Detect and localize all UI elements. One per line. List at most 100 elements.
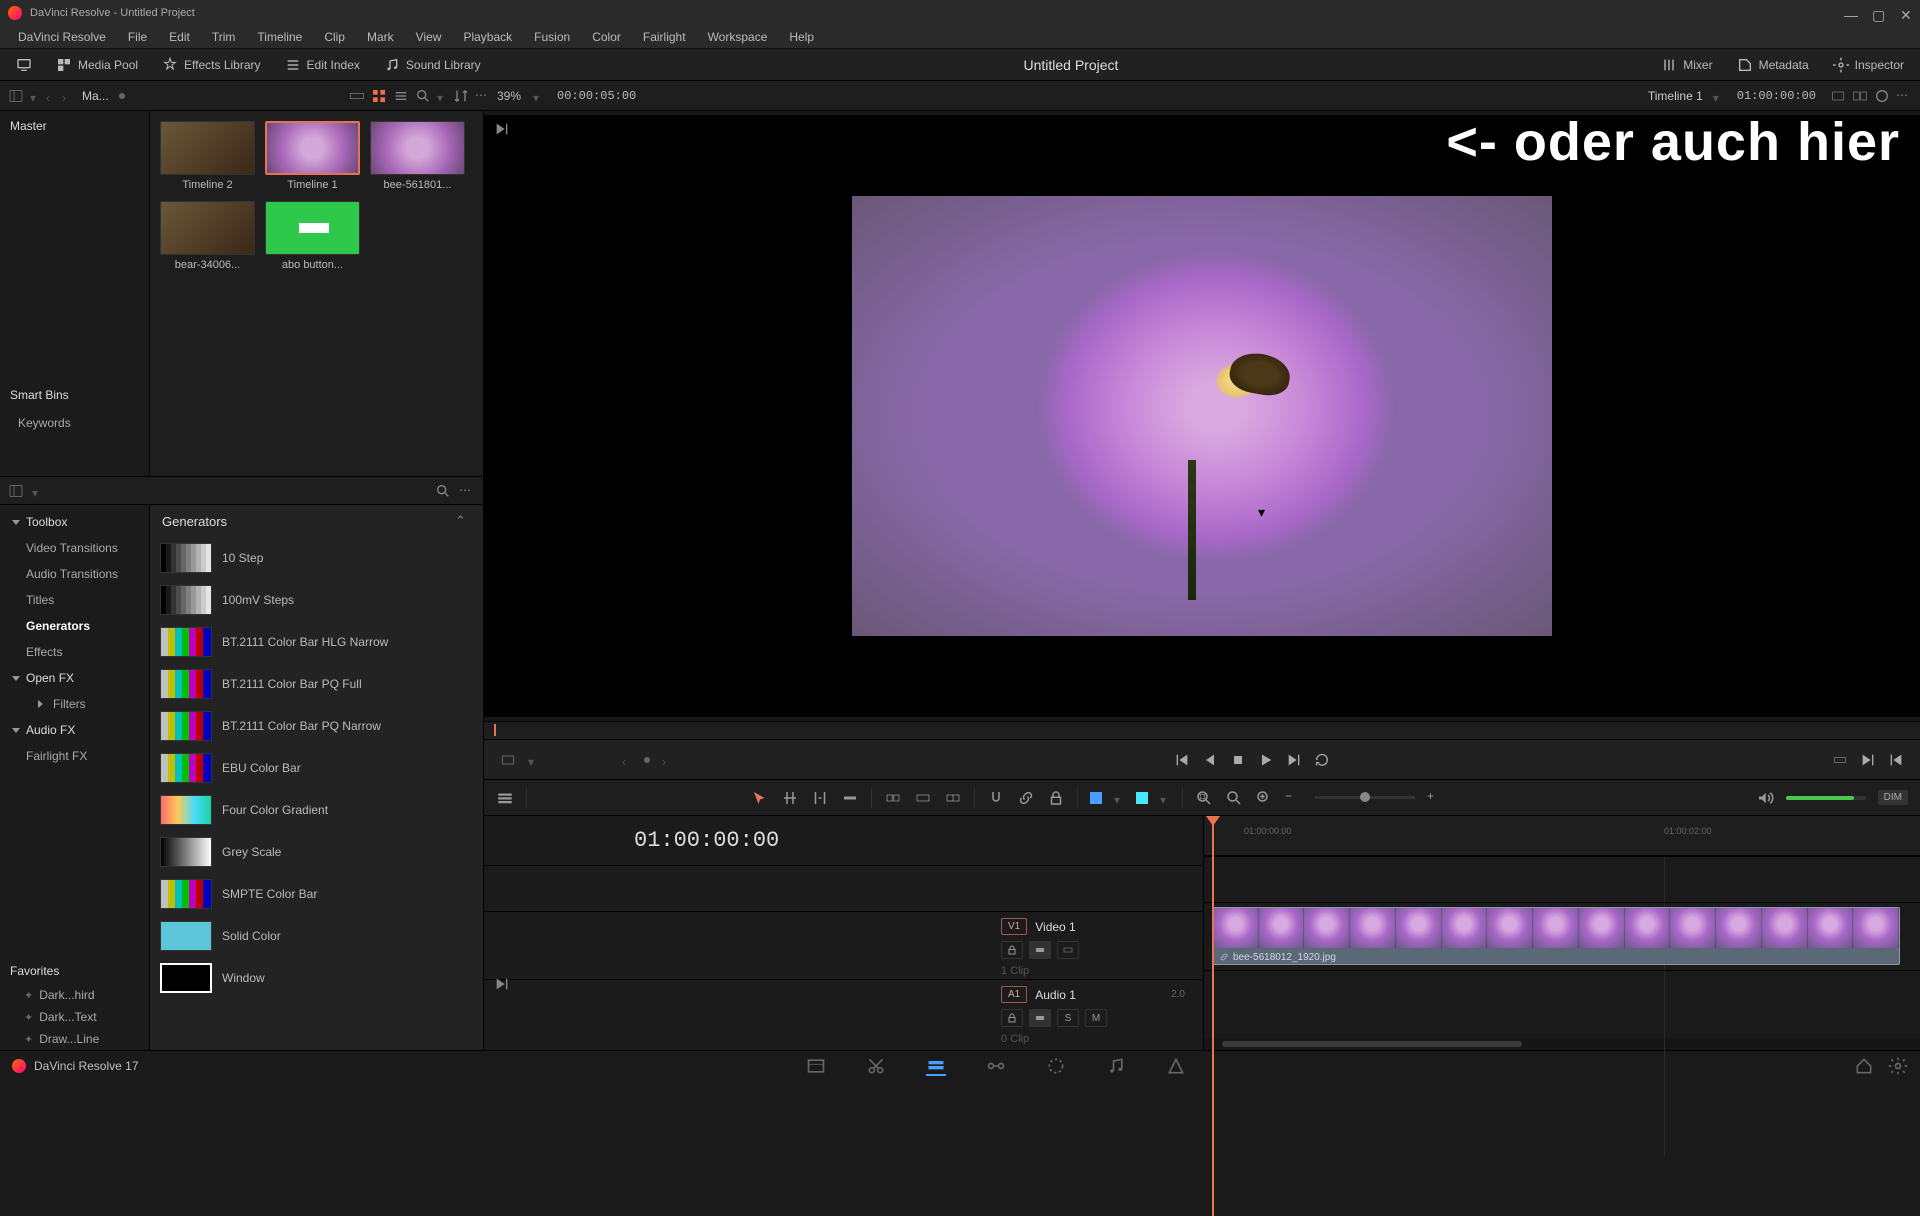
generator-item[interactable]: BT.2111 Color Bar PQ Full — [150, 663, 483, 705]
generators-nav[interactable]: Generators — [0, 613, 149, 639]
in-out-icon[interactable] — [1832, 752, 1848, 768]
clip-thumb[interactable]: abo button... — [265, 201, 360, 271]
menu-workspace[interactable]: Workspace — [698, 27, 778, 47]
sidebar-toggle-icon[interactable] — [8, 88, 24, 104]
search-icon[interactable] — [415, 88, 431, 104]
zoom-percent[interactable]: 39% — [491, 89, 527, 103]
timeline-view-icon[interactable] — [496, 789, 514, 807]
chevron-down-icon[interactable]: ▾ — [1713, 91, 1723, 101]
more-icon[interactable]: ⋯ — [459, 483, 475, 499]
mute-button[interactable]: M — [1085, 1009, 1107, 1027]
chevron-down-icon[interactable]: ▾ — [528, 755, 538, 765]
bin-dropdown[interactable]: Ma... — [78, 89, 113, 103]
menu-file[interactable]: File — [118, 27, 157, 47]
chevron-down-icon[interactable]: ▾ — [1160, 793, 1170, 803]
disable-track-icon[interactable] — [1057, 941, 1079, 959]
chevron-down-icon[interactable]: ▾ — [437, 91, 447, 101]
sound-library-tab[interactable]: Sound Library — [376, 53, 489, 77]
menu-edit[interactable]: Edit — [159, 27, 200, 47]
fusion-page-icon[interactable] — [986, 1056, 1006, 1076]
link-icon[interactable] — [1017, 789, 1035, 807]
close-button[interactable]: ✕ — [1900, 7, 1912, 19]
flag-cyan-icon[interactable] — [1136, 792, 1148, 804]
menu-davinci-resolve[interactable]: DaVinci Resolve — [8, 27, 116, 47]
edit-index-tab[interactable]: Edit Index — [277, 53, 368, 77]
color-page-icon[interactable] — [1046, 1056, 1066, 1076]
razor-tool-icon[interactable] — [841, 789, 859, 807]
chevron-down-icon[interactable]: ▾ — [1114, 793, 1124, 803]
fairlightfx-nav[interactable]: Fairlight FX — [0, 743, 149, 769]
generator-item[interactable]: BT.2111 Color Bar HLG Narrow — [150, 621, 483, 663]
timeline-scrollbar[interactable] — [1204, 1038, 1920, 1050]
match-frame-icon[interactable] — [500, 752, 516, 768]
menu-clip[interactable]: Clip — [314, 27, 355, 47]
lock-track-icon[interactable] — [1001, 1009, 1023, 1027]
menu-color[interactable]: Color — [582, 27, 631, 47]
master-bin[interactable]: Master — [0, 111, 149, 141]
generator-item[interactable]: 100mV Steps — [150, 579, 483, 621]
maximize-button[interactable]: ▢ — [1872, 7, 1884, 19]
video-clip[interactable]: bee-5618012_1920.jpg — [1212, 907, 1900, 965]
home-icon[interactable] — [1854, 1056, 1874, 1076]
chevron-down-icon[interactable]: ▾ — [533, 91, 543, 101]
favorite-item[interactable]: ✦Dark...hird — [0, 984, 149, 1006]
next-edit-icon[interactable]: › — [662, 755, 672, 765]
nav-forward-icon[interactable]: › — [62, 91, 72, 101]
menu-fairlight[interactable]: Fairlight — [633, 27, 696, 47]
filters-nav[interactable]: Filters — [0, 691, 149, 717]
chevron-down-icon[interactable]: ▾ — [32, 486, 42, 496]
prev-edit-icon[interactable]: ‹ — [622, 755, 632, 765]
playhead-line[interactable] — [1212, 816, 1214, 1216]
fairlight-page-icon[interactable] — [1106, 1056, 1126, 1076]
loop-icon[interactable] — [1314, 752, 1330, 768]
sort-icon[interactable] — [453, 88, 469, 104]
menu-view[interactable]: View — [406, 27, 452, 47]
minimize-button[interactable]: — — [1844, 7, 1856, 19]
skip-forward-icon[interactable] — [1860, 752, 1876, 768]
clip-thumb[interactable]: Timeline 2 — [160, 121, 255, 191]
go-start-icon[interactable] — [1174, 752, 1190, 768]
generator-item[interactable]: Window — [150, 957, 483, 999]
collapse-icon[interactable]: ⌃ — [455, 513, 471, 529]
auto-select-icon[interactable] — [1029, 1009, 1051, 1027]
more-icon[interactable]: ⋯ — [475, 88, 491, 104]
play-icon[interactable] — [1258, 752, 1274, 768]
dynamic-trim-icon[interactable] — [811, 789, 829, 807]
lock-icon[interactable] — [1047, 789, 1065, 807]
edit-page-icon[interactable] — [926, 1056, 946, 1076]
video-track-lane[interactable]: bee-5618012_1920.jpg — [1204, 902, 1920, 970]
menu-help[interactable]: Help — [779, 27, 824, 47]
zoom-detail-icon[interactable] — [1225, 789, 1243, 807]
keywords-bin[interactable]: Keywords — [0, 410, 149, 436]
metadata-tab[interactable]: Metadata — [1729, 53, 1817, 77]
zoom-slider[interactable] — [1315, 796, 1415, 799]
menu-playback[interactable]: Playback — [453, 27, 522, 47]
sidebar-toggle-icon[interactable] — [8, 483, 24, 499]
v1-badge[interactable]: V1 — [1001, 918, 1027, 935]
effects-nav[interactable]: Effects — [0, 639, 149, 665]
insert-icon[interactable] — [884, 789, 902, 807]
skip-back-icon[interactable] — [1888, 752, 1904, 768]
clip-thumb[interactable]: bear-34006... — [160, 201, 255, 271]
skip-end-icon[interactable] — [494, 976, 510, 990]
mixer-tab[interactable]: Mixer — [1653, 53, 1720, 77]
grid-view-icon[interactable] — [371, 88, 387, 104]
toolbox-group[interactable]: Toolbox — [0, 509, 149, 535]
zoom-out-icon[interactable]: − — [1285, 789, 1303, 807]
monitor-icon[interactable] — [8, 53, 40, 77]
generator-item[interactable]: SMPTE Color Bar — [150, 873, 483, 915]
timeline-selector[interactable]: Timeline 1 — [1644, 89, 1707, 103]
media-pool-tab[interactable]: Media Pool — [48, 53, 146, 77]
replace-icon[interactable] — [944, 789, 962, 807]
audio-transitions-nav[interactable]: Audio Transitions — [0, 561, 149, 587]
search-icon[interactable] — [435, 483, 451, 499]
titles-nav[interactable]: Titles — [0, 587, 149, 613]
generator-item[interactable]: 10 Step — [150, 537, 483, 579]
custom-zoom-icon[interactable] — [1255, 789, 1273, 807]
chevron-down-icon[interactable]: ▾ — [30, 91, 40, 101]
stop-icon[interactable] — [1230, 752, 1246, 768]
list-view-icon[interactable] — [393, 88, 409, 104]
volume-icon[interactable] — [1756, 789, 1774, 807]
audio-track-lane[interactable] — [1204, 970, 1920, 1038]
deliver-page-icon[interactable] — [1166, 1056, 1186, 1076]
